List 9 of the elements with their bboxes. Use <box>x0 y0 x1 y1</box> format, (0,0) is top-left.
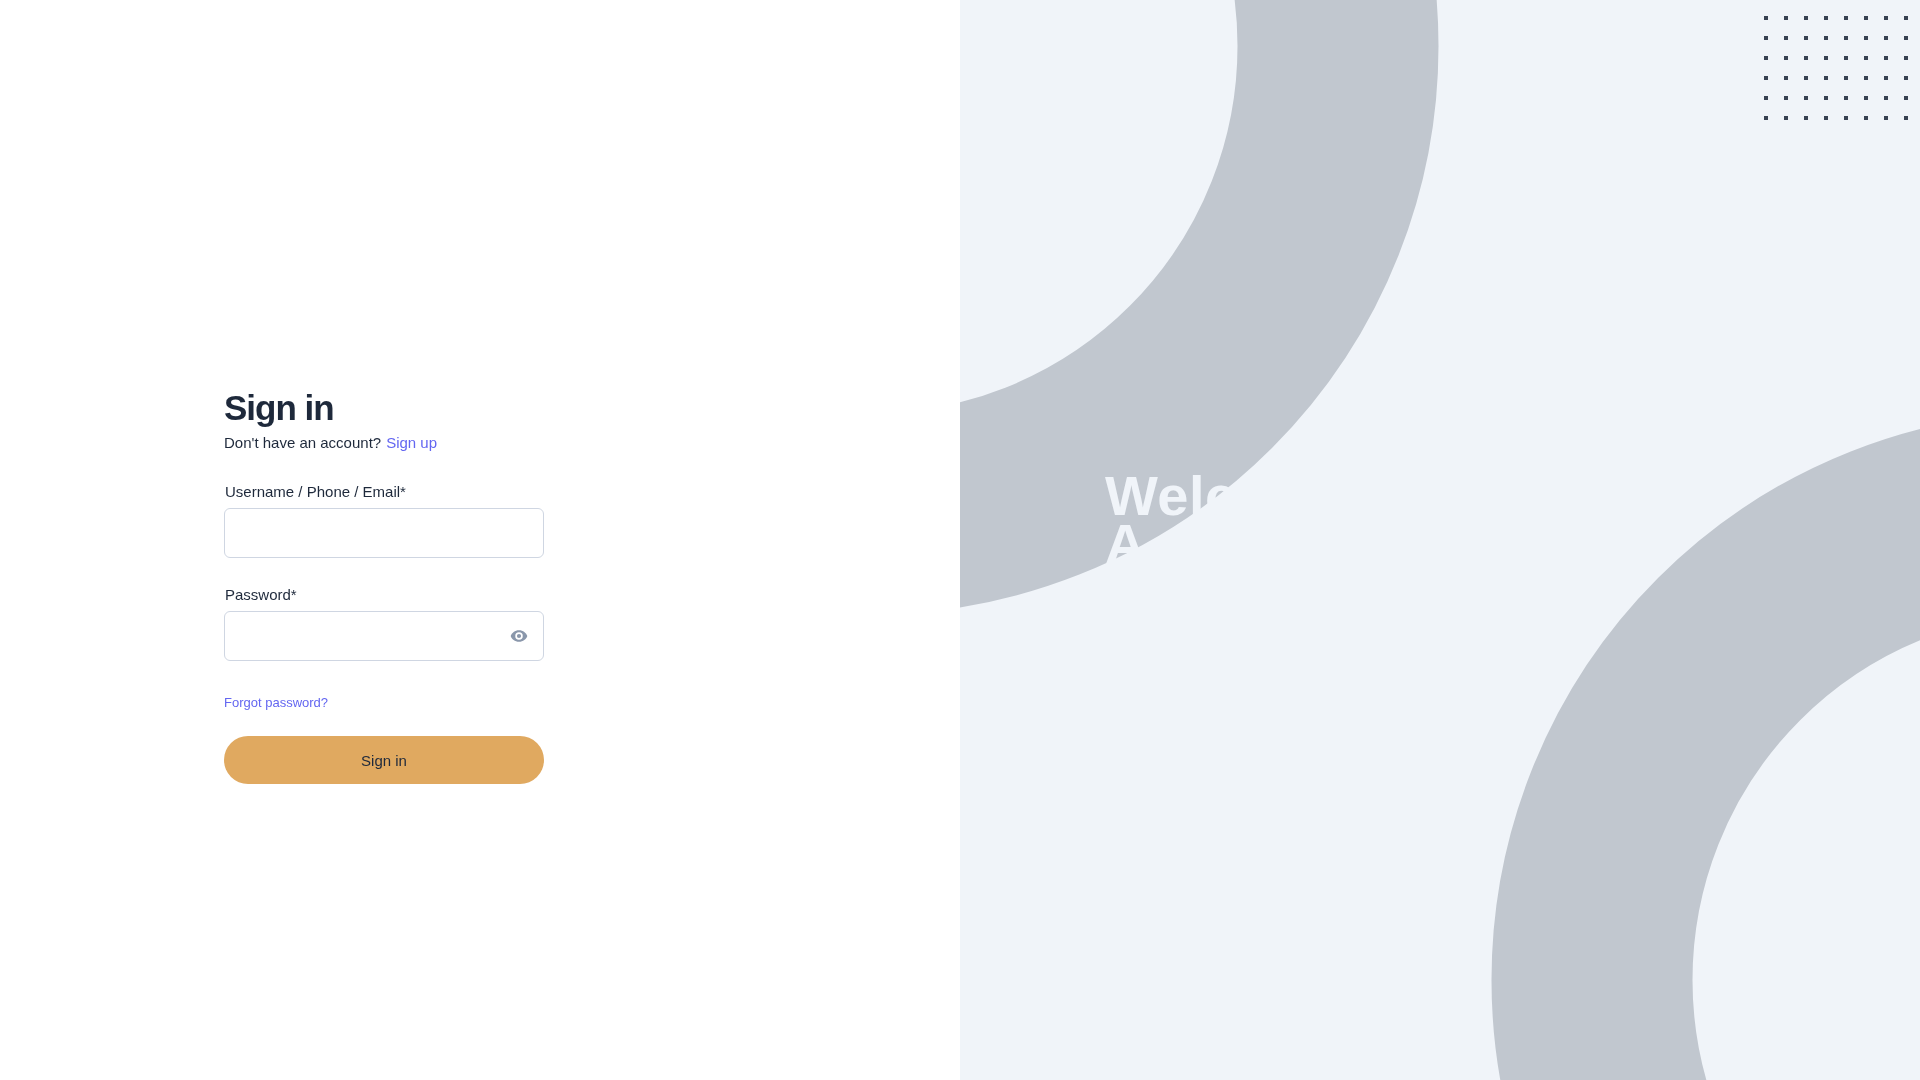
field-label: Password* <box>225 586 297 603</box>
forgot-password-link[interactable]: Forgot password? <box>224 695 329 710</box>
sign-in-button[interactable]: Sign in <box>224 736 544 784</box>
field-label: Username / Phone / Email* <box>225 483 406 500</box>
sign-up-link[interactable]: Sign up <box>386 434 438 451</box>
page-title: Sign in <box>224 387 334 429</box>
account-prompt: Don't have an account? <box>224 434 382 451</box>
username-field[interactable] <box>224 508 544 558</box>
password-field[interactable] <box>224 611 544 661</box>
